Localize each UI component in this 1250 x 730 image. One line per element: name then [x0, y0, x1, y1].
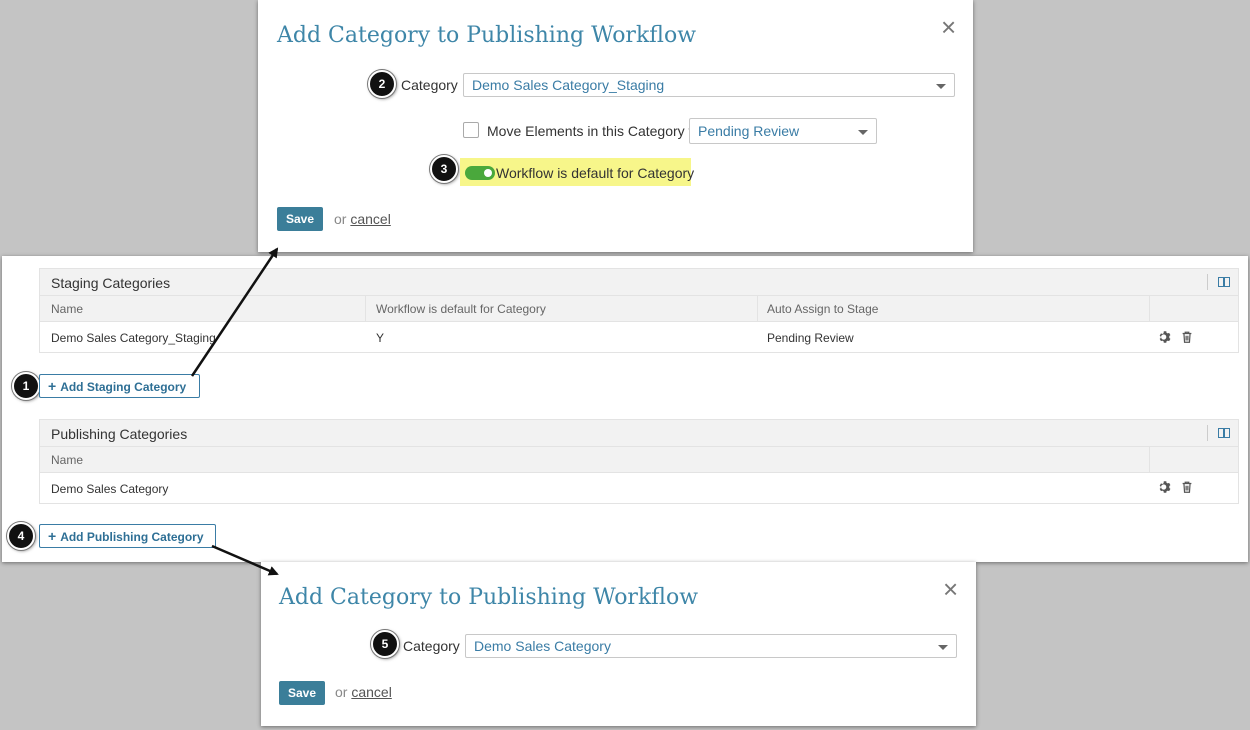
category-select[interactable]: Demo Sales Category [465, 634, 957, 658]
column-header-name: Name [51, 453, 84, 467]
category-label: Category [403, 638, 460, 654]
column-divider [1149, 296, 1150, 321]
staging-section-header: Staging Categories [39, 268, 1239, 296]
or-cancel: or cancel [334, 211, 391, 227]
table-row: Demo Sales Category [39, 473, 1239, 504]
staging-column-headers: Name Workflow is default for Category Au… [39, 296, 1239, 322]
category-select-value: Demo Sales Category_Staging [472, 77, 665, 93]
dialog-title: Add Category to Publishing Workflow [279, 585, 699, 610]
move-elements-label: Move Elements in this Category to [487, 123, 701, 139]
category-select-value: Demo Sales Category [474, 638, 611, 654]
bottom-dialog: Add Category to Publishing Workflow × 5 … [261, 562, 976, 726]
save-button[interactable]: Save [277, 207, 323, 231]
add-publishing-category-button[interactable]: + Add Publishing Category [39, 524, 216, 548]
column-divider [365, 296, 366, 321]
workflow-default-toggle[interactable] [465, 166, 495, 180]
header-separator [1207, 274, 1208, 290]
column-header-workflow-default: Workflow is default for Category [376, 302, 546, 316]
publishing-header-title: Publishing Categories [51, 426, 188, 442]
trash-icon[interactable] [1180, 480, 1194, 494]
row-name: Demo Sales Category [51, 482, 169, 496]
column-divider [757, 296, 758, 321]
categories-panel: Staging Categories Name Workflow is defa… [2, 256, 1248, 562]
save-button[interactable]: Save [279, 681, 325, 705]
close-icon[interactable]: × [941, 14, 956, 40]
workflow-default-label: Workflow is default for Category [496, 165, 695, 181]
column-divider [1149, 447, 1150, 472]
gear-icon[interactable] [1158, 330, 1172, 344]
step-badge-2: 2 [368, 70, 396, 98]
or-cancel: or cancel [335, 684, 392, 700]
category-select[interactable]: Demo Sales Category_Staging [463, 73, 955, 97]
or-text: or [334, 211, 347, 227]
add-publishing-label: Add Publishing Category [60, 530, 204, 544]
columns-icon[interactable] [1218, 277, 1230, 287]
step-badge-1: 1 [12, 372, 40, 400]
top-dialog: Add Category to Publishing Workflow × 2 … [258, 0, 973, 252]
dialog-title: Add Category to Publishing Workflow [277, 23, 697, 48]
publishing-section-header: Publishing Categories [39, 419, 1239, 447]
or-text: or [335, 684, 348, 700]
row-name: Demo Sales Category_Staging [51, 331, 216, 345]
trash-icon[interactable] [1180, 330, 1194, 344]
chevron-down-icon [938, 645, 948, 650]
publishing-column-headers: Name [39, 447, 1239, 473]
chevron-down-icon [936, 84, 946, 89]
toggle-knob [484, 169, 492, 177]
header-separator [1207, 425, 1208, 441]
chevron-down-icon [858, 130, 868, 135]
gear-icon[interactable] [1158, 480, 1172, 494]
cancel-link[interactable]: cancel [350, 211, 390, 227]
column-header-name: Name [51, 302, 84, 316]
step-badge-4: 4 [7, 522, 35, 550]
step-badge-5: 5 [371, 630, 399, 658]
table-row: Demo Sales Category_Staging Y Pending Re… [39, 322, 1239, 353]
add-staging-label: Add Staging Category [60, 380, 187, 394]
step-badge-3: 3 [430, 155, 458, 183]
move-elements-checkbox[interactable] [463, 122, 479, 138]
plus-icon: + [48, 378, 57, 394]
move-stage-select[interactable]: Pending Review [689, 118, 877, 144]
cancel-link[interactable]: cancel [351, 684, 391, 700]
staging-header-title: Staging Categories [51, 275, 171, 291]
close-icon[interactable]: × [943, 576, 958, 602]
move-stage-value: Pending Review [698, 123, 800, 139]
plus-icon: + [48, 528, 57, 544]
category-label: Category [401, 77, 458, 93]
row-workflow-default: Y [376, 331, 385, 345]
column-header-auto-assign: Auto Assign to Stage [767, 302, 879, 316]
row-auto-assign-stage: Pending Review [767, 331, 854, 345]
add-staging-category-button[interactable]: + Add Staging Category [39, 374, 200, 398]
columns-icon[interactable] [1218, 428, 1230, 438]
